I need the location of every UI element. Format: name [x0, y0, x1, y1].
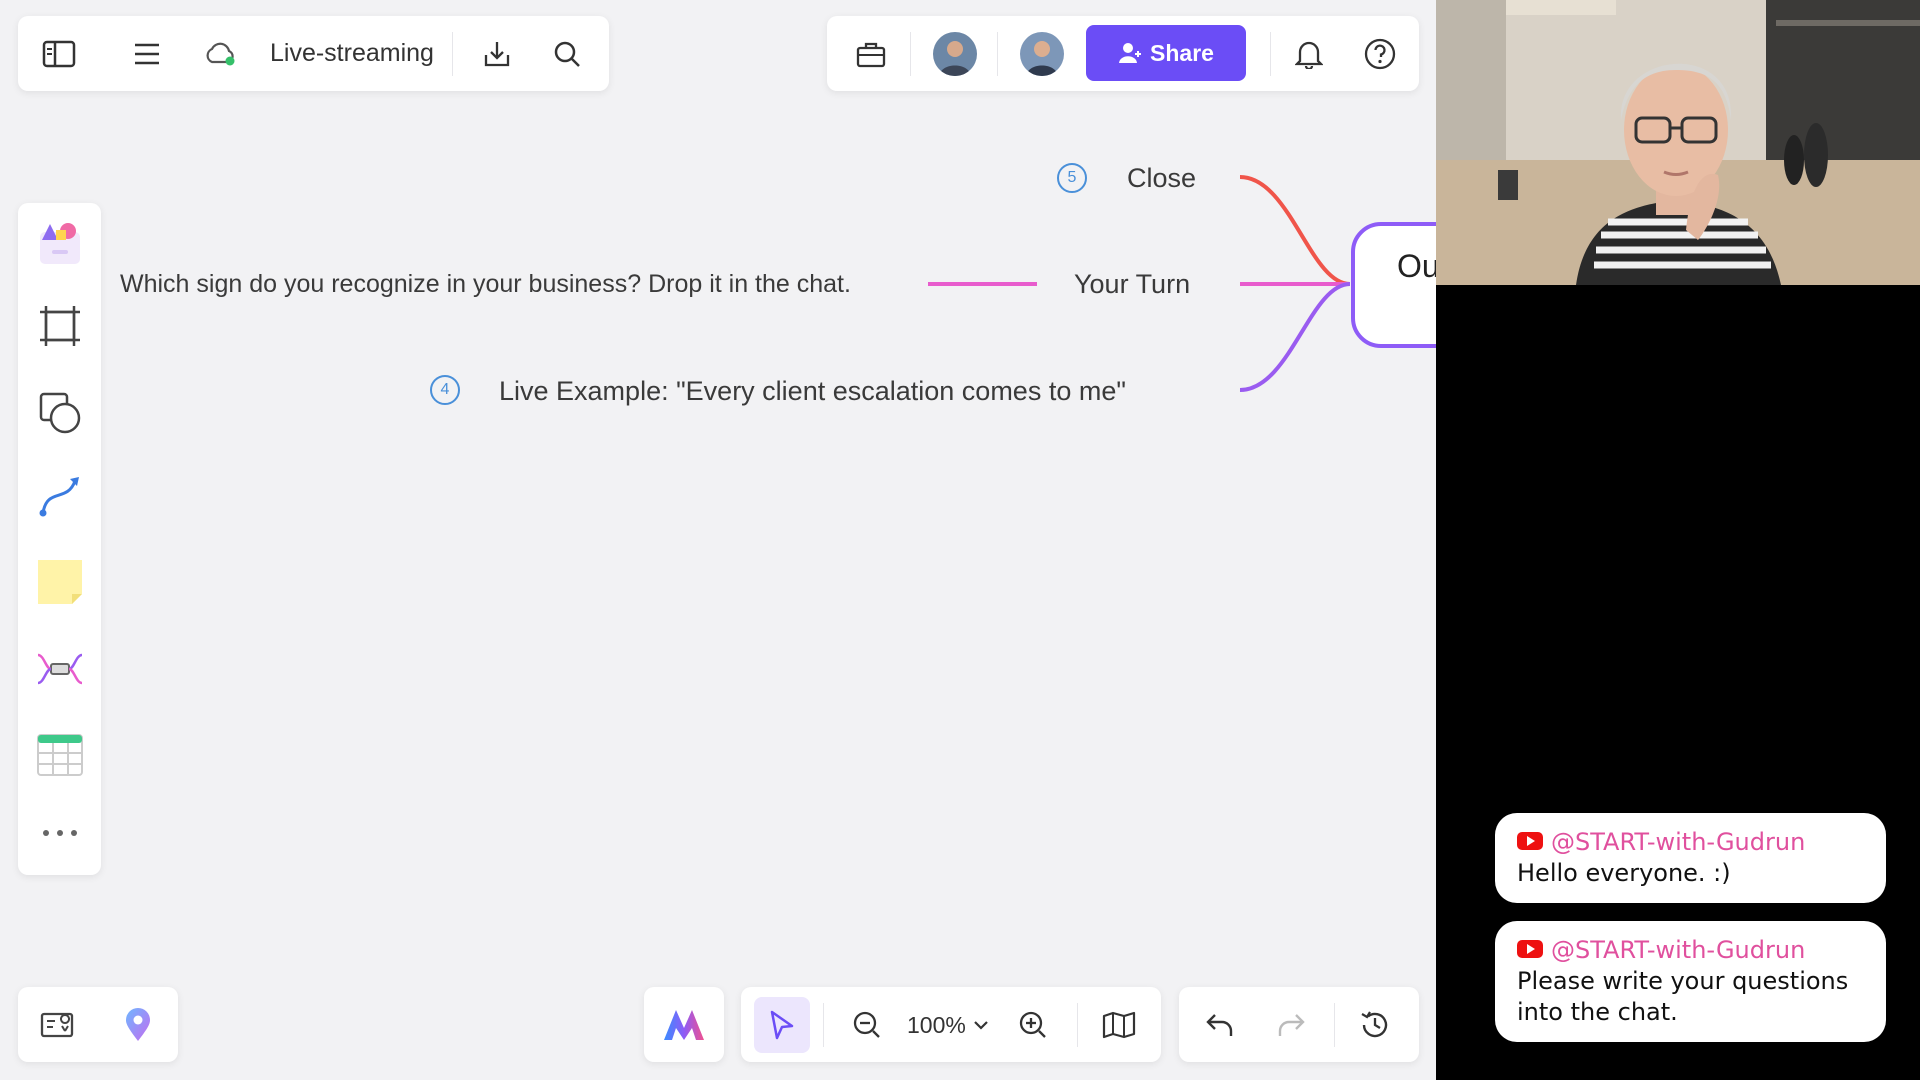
share-button[interactable]: Share — [1086, 25, 1246, 81]
toolbar-divider — [1270, 32, 1271, 76]
chat-username: @START-with-Gudrun — [1551, 828, 1806, 856]
root-node-label: Ou — [1397, 248, 1436, 284]
toolbar-divider — [910, 32, 911, 76]
branch-number-badge: 4 — [430, 375, 460, 405]
location-pin-icon[interactable] — [116, 1003, 160, 1047]
sidebar-toggle-icon[interactable] — [37, 32, 81, 76]
creation-toolbar — [18, 203, 101, 875]
zoom-level[interactable]: 100% — [907, 1012, 966, 1039]
toolbar-divider — [1077, 1003, 1078, 1047]
history-icon[interactable] — [1353, 1003, 1397, 1047]
mindmap-node-live-example[interactable]: Live Example: "Every client escalation c… — [499, 376, 1126, 407]
avatar[interactable] — [1020, 32, 1064, 76]
mindmap-node-close[interactable]: Close — [1127, 163, 1196, 194]
ai-assistant-panel — [644, 987, 724, 1062]
mindmap-tool-icon[interactable] — [34, 643, 86, 695]
select-cursor-icon[interactable] — [754, 997, 810, 1053]
toolbar-divider — [997, 32, 998, 76]
connector-tool-icon[interactable] — [34, 470, 86, 522]
chat-message: @START-with-Gudrun Please write your que… — [1495, 921, 1886, 1042]
zoom-in-icon[interactable] — [1011, 1003, 1055, 1047]
search-icon[interactable] — [545, 32, 589, 76]
whiteboard-canvas[interactable]: 5 Close Which sign do you recognize in y… — [0, 0, 1436, 1080]
undo-icon[interactable] — [1198, 1003, 1242, 1047]
cloud-sync-icon — [198, 32, 242, 76]
avatar[interactable] — [933, 32, 977, 76]
youtube-icon — [1517, 940, 1543, 958]
menu-icon[interactable] — [125, 32, 169, 76]
top-right-toolbar: Share — [827, 16, 1419, 91]
map-icon[interactable] — [1097, 1003, 1141, 1047]
top-left-toolbar: Live-streaming — [18, 16, 609, 91]
sticky-note-icon[interactable] — [34, 556, 86, 608]
toolbar-divider — [1334, 1003, 1335, 1047]
more-tools-icon[interactable] — [34, 807, 86, 859]
board-title[interactable]: Live-streaming — [270, 39, 434, 68]
download-icon[interactable] — [475, 32, 519, 76]
ai-logo-icon[interactable] — [662, 1003, 706, 1047]
chat-text: Please write your questions into the cha… — [1517, 967, 1849, 1026]
bell-icon[interactable] — [1287, 32, 1331, 76]
templates-tool[interactable] — [34, 217, 86, 269]
zoom-toolbar: 100% — [741, 987, 1161, 1062]
toolbar-divider — [452, 32, 453, 76]
presentation-map-icon[interactable] — [36, 1003, 80, 1047]
webcam-image — [1436, 0, 1920, 285]
branch-number-badge: 5 — [1057, 163, 1087, 193]
bottom-left-toolbar — [18, 987, 178, 1062]
redo-icon[interactable] — [1269, 1003, 1313, 1047]
chat-text: Hello everyone. :) — [1517, 859, 1731, 887]
mindmap-root-node[interactable]: Ou — [1351, 222, 1436, 348]
shape-tool-icon[interactable] — [34, 387, 86, 439]
zoom-out-icon[interactable] — [845, 1003, 889, 1047]
chat-username: @START-with-Gudrun — [1551, 936, 1806, 964]
share-label: Share — [1150, 39, 1214, 66]
briefcase-icon[interactable] — [849, 32, 893, 76]
youtube-icon — [1517, 832, 1543, 850]
add-user-icon — [1119, 43, 1142, 63]
chevron-down-icon[interactable] — [969, 1003, 993, 1047]
history-toolbar — [1179, 987, 1419, 1062]
help-icon[interactable] — [1358, 32, 1402, 76]
table-tool-icon[interactable] — [34, 729, 86, 781]
webcam-feed — [1436, 0, 1920, 285]
mindmap-node-your-turn[interactable]: Your Turn — [1074, 269, 1190, 300]
toolbar-divider — [823, 1003, 824, 1047]
frame-tool-icon[interactable] — [34, 300, 86, 352]
chat-message: @START-with-Gudrun Hello everyone. :) — [1495, 813, 1886, 903]
mindmap-node-your-turn-child[interactable]: Which sign do you recognize in your busi… — [120, 270, 851, 299]
